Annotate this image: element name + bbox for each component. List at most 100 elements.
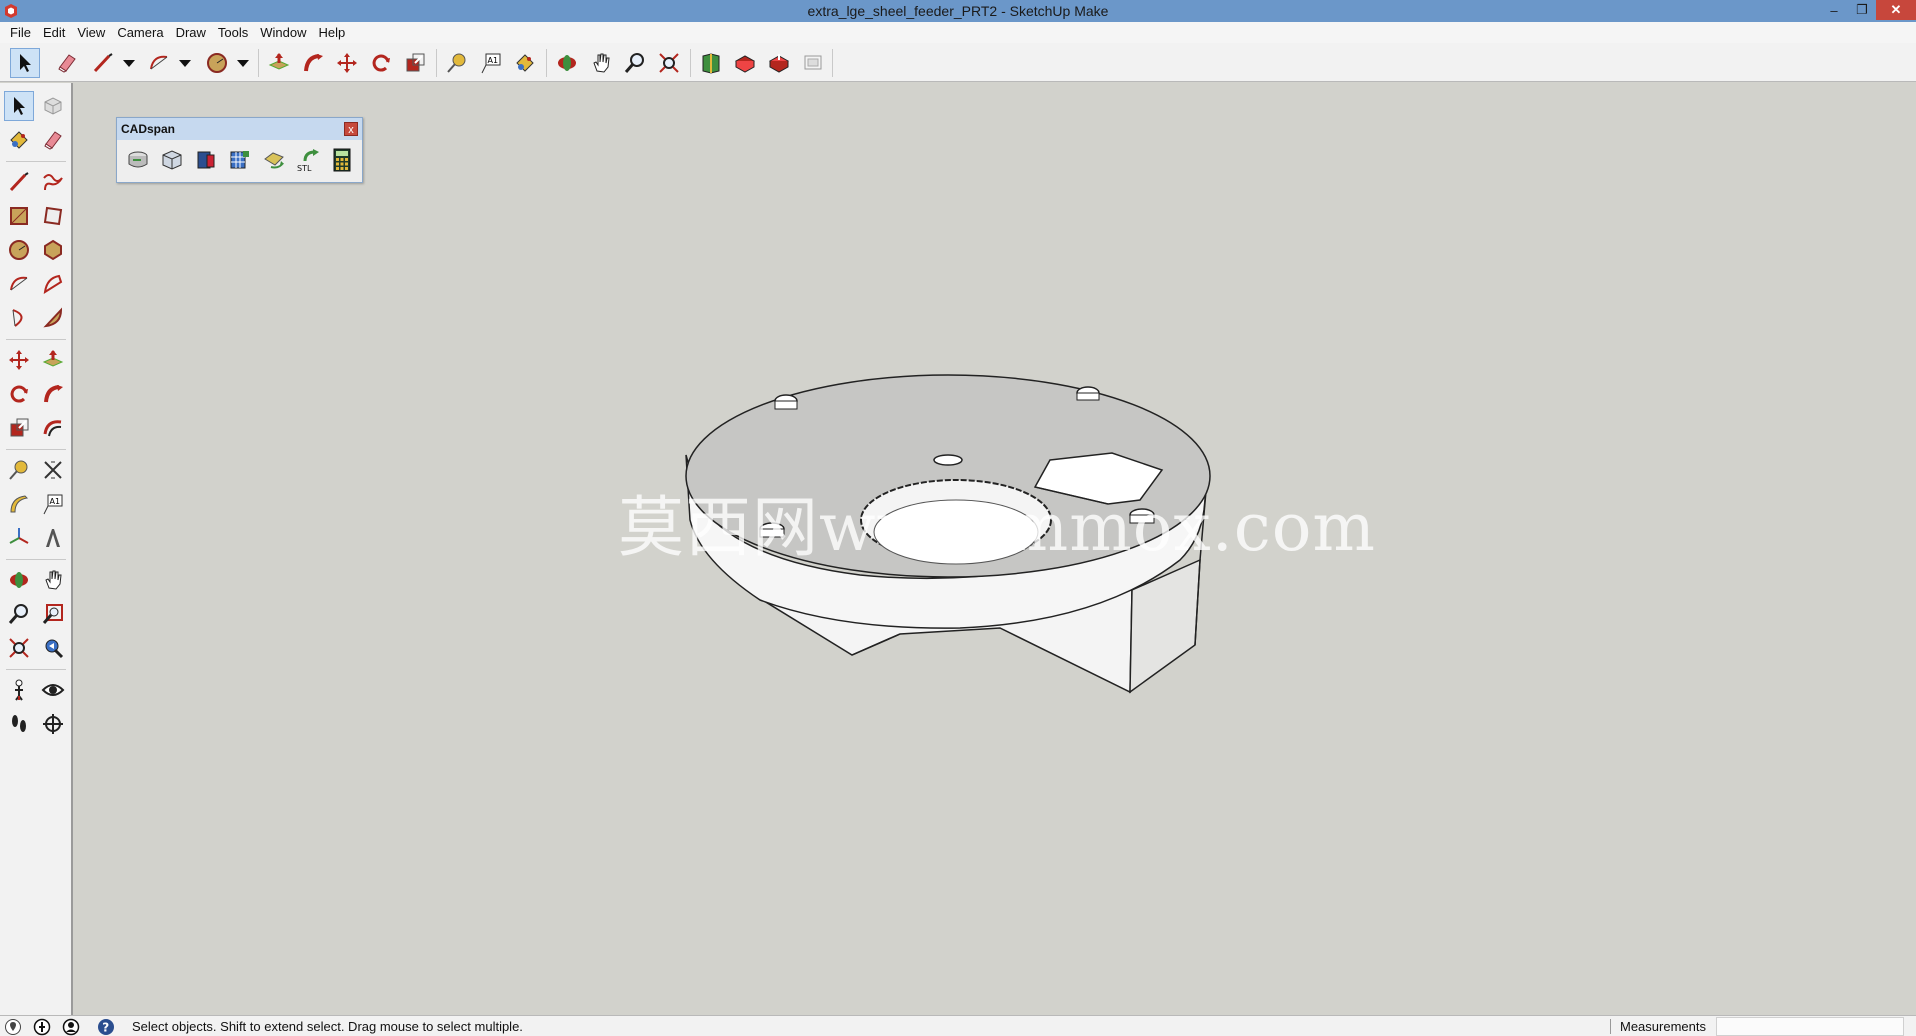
cadspan-repair-button[interactable] xyxy=(259,144,289,176)
cadspan-import-button[interactable] xyxy=(123,144,153,176)
text-tool-button[interactable]: A1 xyxy=(476,48,506,78)
zoom-extents-tool-button[interactable] xyxy=(4,633,34,663)
orbit-tool-button[interactable] xyxy=(552,48,582,78)
scale-tool-button[interactable] xyxy=(400,48,430,78)
menu-edit[interactable]: Edit xyxy=(37,25,71,40)
push-pull-tool-button[interactable] xyxy=(264,48,294,78)
rotate-icon xyxy=(372,54,390,72)
make-component-tool-button[interactable] xyxy=(38,91,68,121)
close-button[interactable]: ✕ xyxy=(1876,0,1916,20)
select-icon xyxy=(20,54,31,72)
cadspan-title[interactable]: CADspan xyxy=(117,118,362,140)
dimension-icon xyxy=(44,461,62,479)
menu-draw[interactable]: Draw xyxy=(170,25,212,40)
paint-bucket-icon xyxy=(10,131,28,149)
cadspan-export-button[interactable] xyxy=(191,144,221,176)
minimize-button[interactable]: – xyxy=(1820,0,1848,20)
toolbar-separator xyxy=(6,669,66,670)
orbit-tool-button[interactable] xyxy=(4,565,34,595)
cadspan-stl-export-button[interactable]: STL xyxy=(293,144,323,176)
pan-tool-button[interactable] xyxy=(38,565,68,595)
circle-dropdown[interactable] xyxy=(236,48,250,78)
3d-text-tool-button[interactable] xyxy=(38,523,68,553)
share-model-button[interactable] xyxy=(764,48,794,78)
arc-dropdown[interactable] xyxy=(178,48,192,78)
rectangle-tool-button[interactable] xyxy=(4,201,34,231)
tape-measure-tool-button[interactable] xyxy=(4,455,34,485)
three-point-arc-tool-button[interactable] xyxy=(4,303,34,333)
user-icon[interactable] xyxy=(62,1018,80,1036)
pan-tool-button[interactable] xyxy=(586,48,616,78)
menu-bar: File Edit View Camera Draw Tools Window … xyxy=(0,22,1916,43)
section-plane-tool-button[interactable] xyxy=(38,709,68,739)
3d-warehouse-button[interactable] xyxy=(696,48,726,78)
scale-tool-button[interactable] xyxy=(4,413,34,443)
rotated-rectangle-icon xyxy=(43,206,63,226)
circle-tool-button[interactable] xyxy=(202,48,232,78)
paint-bucket-tool-button[interactable] xyxy=(510,48,540,78)
pie-tool-button[interactable] xyxy=(38,303,68,333)
cadspan-toolbar-window[interactable]: CADspan x STL xyxy=(116,117,363,183)
push-pull-icon xyxy=(268,53,290,70)
menu-camera[interactable]: Camera xyxy=(111,25,169,40)
offset-tool-button[interactable] xyxy=(38,413,68,443)
eraser-tool-button[interactable] xyxy=(52,48,82,78)
measurements-input[interactable] xyxy=(1716,1017,1904,1036)
text-tool-button[interactable]: A1 xyxy=(38,489,68,519)
menu-file[interactable]: File xyxy=(4,25,37,40)
layout-button[interactable] xyxy=(798,48,828,78)
rotate-tool-button[interactable] xyxy=(366,48,396,78)
protractor-tool-button[interactable] xyxy=(4,489,34,519)
extension-warehouse-button[interactable] xyxy=(730,48,760,78)
select-tool-button[interactable] xyxy=(10,48,40,78)
move-tool-button[interactable] xyxy=(332,48,362,78)
follow-me-tool-button[interactable] xyxy=(38,379,68,409)
move-tool-button[interactable] xyxy=(4,345,34,375)
axes-tool-button[interactable] xyxy=(4,523,34,553)
toolbar-separator xyxy=(546,49,547,77)
polygon-tool-button[interactable] xyxy=(38,235,68,265)
circle-tool-button[interactable] xyxy=(4,235,34,265)
push-pull-tool-button[interactable] xyxy=(38,345,68,375)
walk-tool-button[interactable] xyxy=(4,709,34,739)
line-dropdown[interactable] xyxy=(122,48,136,78)
zoom-window-tool-button[interactable] xyxy=(38,599,68,629)
zoom-tool-button[interactable] xyxy=(620,48,650,78)
cadspan-grid-button[interactable] xyxy=(225,144,255,176)
arc-tool-button[interactable] xyxy=(4,269,34,299)
menu-tools[interactable]: Tools xyxy=(212,25,254,40)
dimension-tool-button[interactable] xyxy=(38,455,68,485)
freehand-tool-button[interactable] xyxy=(38,167,68,197)
geo-location-icon[interactable] xyxy=(4,1018,22,1036)
scale-icon xyxy=(10,418,29,437)
rotated-rectangle-tool-button[interactable] xyxy=(38,201,68,231)
instructor-help-icon[interactable]: ? xyxy=(97,1018,115,1036)
select-tool-button[interactable] xyxy=(4,91,34,121)
cadspan-grid-icon xyxy=(230,151,249,169)
zoom-extents-tool-button[interactable] xyxy=(654,48,684,78)
eraser-tool-button[interactable] xyxy=(38,125,68,155)
previous-view-tool-button[interactable] xyxy=(38,633,68,663)
status-message: Select objects. Shift to extend select. … xyxy=(132,1019,523,1034)
position-camera-tool-button[interactable] xyxy=(4,675,34,705)
menu-help[interactable]: Help xyxy=(313,25,352,40)
two-point-arc-tool-button[interactable] xyxy=(38,269,68,299)
menu-window[interactable]: Window xyxy=(254,25,312,40)
zoom-tool-button[interactable] xyxy=(4,599,34,629)
arc-tool-button[interactable] xyxy=(144,48,174,78)
line-tool-button[interactable] xyxy=(88,48,118,78)
restore-button[interactable]: ❐ xyxy=(1848,0,1876,20)
rotate-tool-button[interactable] xyxy=(4,379,34,409)
follow-me-icon xyxy=(304,54,323,72)
cadspan-close-button[interactable]: x xyxy=(344,122,358,136)
credits-icon[interactable] xyxy=(33,1018,51,1036)
cadspan-resurface-button[interactable] xyxy=(157,144,187,176)
follow-me-tool-button[interactable] xyxy=(298,48,328,78)
look-around-tool-button[interactable] xyxy=(38,675,68,705)
paint-bucket-tool-button[interactable] xyxy=(4,125,34,155)
menu-view[interactable]: View xyxy=(71,25,111,40)
cadspan-calculator-button[interactable] xyxy=(327,144,357,176)
toolbar-separator xyxy=(258,49,259,77)
tape-measure-tool-button[interactable] xyxy=(442,48,472,78)
line-tool-button[interactable] xyxy=(4,167,34,197)
